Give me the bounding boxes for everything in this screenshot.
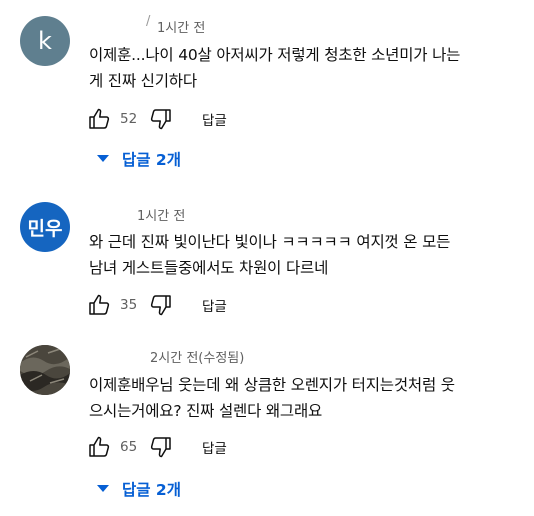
avatar-letter: k: [38, 27, 52, 55]
author-name[interactable]: /: [146, 14, 150, 29]
comment-time[interactable]: 1시간 전: [137, 205, 185, 224]
comment-time[interactable]: 1시간 전: [157, 17, 205, 36]
like-count: 35: [120, 297, 138, 313]
comment-actions: 35 답글: [86, 292, 227, 318]
reply-button[interactable]: 답글: [202, 437, 227, 457]
chevron-down-icon: [96, 480, 110, 498]
reply-button[interactable]: 답글: [202, 109, 227, 129]
view-replies-button[interactable]: 답글 2개: [96, 148, 181, 170]
like-count: 65: [120, 439, 138, 455]
thumb-up-icon[interactable]: [86, 434, 112, 460]
avatar[interactable]: k: [20, 16, 70, 66]
like-count: 52: [120, 111, 138, 127]
thumb-down-icon[interactable]: [148, 106, 174, 132]
avatar[interactable]: 민우: [20, 202, 70, 252]
thumb-up-icon[interactable]: [86, 292, 112, 318]
thumb-down-icon[interactable]: [148, 434, 174, 460]
comment-text: 이제훈...나이 40살 아저씨가 저렇게 청초한 소년미가 나는 게 진짜 신…: [89, 46, 461, 90]
avatar-letter: 민우: [27, 217, 63, 240]
avatar-image: [20, 345, 70, 395]
reply-button[interactable]: 답글: [202, 295, 227, 315]
comment-time[interactable]: 2시간 전(수정됨): [150, 347, 244, 366]
chevron-down-icon: [96, 150, 110, 168]
view-replies-button[interactable]: 답글 2개: [96, 478, 181, 500]
comment-actions: 52 답글: [86, 106, 227, 132]
comment-text: 이제훈배우님 웃는데 왜 상큼한 오렌지가 터지는것처럼 웃 으시는거에요? 진…: [89, 376, 455, 420]
comment-text: 와 근데 진짜 빛이난다 빛이나 ㅋㅋㅋㅋㅋ 여지껏 온 모든 남녀 게스트들중…: [89, 233, 451, 277]
replies-label: 답글 2개: [122, 151, 181, 169]
comment-actions: 65 답글: [86, 434, 227, 460]
thumb-down-icon[interactable]: [148, 292, 174, 318]
replies-label: 답글 2개: [122, 481, 181, 499]
avatar[interactable]: [20, 345, 70, 395]
thumb-up-icon[interactable]: [86, 106, 112, 132]
